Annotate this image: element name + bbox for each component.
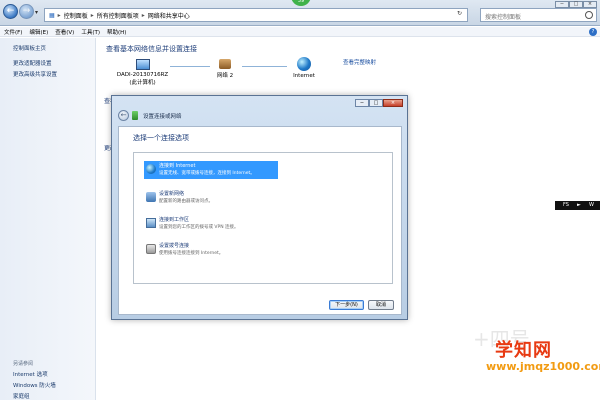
sidebar-item-homegroup[interactable]: 家庭组 <box>13 392 30 400</box>
menu-file[interactable]: 文件(F) <box>4 28 22 36</box>
control-panel-icon: ▦ <box>49 11 55 19</box>
option-description: 配置新的路由器或访问点。 <box>159 199 213 204</box>
dialog-maximize-button[interactable]: □ <box>369 99 383 107</box>
router-icon <box>146 192 156 202</box>
watermark-brand: 学知网 <box>495 340 552 361</box>
menu-bar: 文件(F) 编辑(E) 查看(V) 工具(T) 帮助(H) ? <box>0 27 600 37</box>
watermark-logo: 学知网 www.jmqz1000.com <box>478 336 600 400</box>
node-label: Internet <box>293 73 315 79</box>
dialog-title: 设置连接或网络 <box>143 114 182 120</box>
menu-view[interactable]: 查看(V) <box>55 28 74 36</box>
breadcrumb-separator-icon: ▸ <box>90 11 94 19</box>
notification-badge: 59 <box>291 0 311 6</box>
breadcrumb-item[interactable]: 控制面板 <box>64 11 88 20</box>
see-also-heading: 另请参阅 <box>13 361 34 367</box>
title-bar: 59 ← → ▾ ▦ ▸ 控制面板 ▸ 所有控制面板项 ▸ 网络和共享中心 ↻ … <box>0 0 600 26</box>
option-description: 设置到您的工作区的拨号或 VPN 连接。 <box>159 225 239 230</box>
breadcrumb-separator-icon: ▸ <box>141 11 145 19</box>
address-bar[interactable]: ▦ ▸ 控制面板 ▸ 所有控制面板项 ▸ 网络和共享中心 ↻ <box>44 8 468 22</box>
option-description: 设置无线、宽带或拨号连接，连接到 Internet。 <box>159 171 255 176</box>
network-bench-icon <box>219 59 231 69</box>
dialog-close-button[interactable]: × <box>383 99 403 107</box>
breadcrumb-separator-icon: ▸ <box>57 11 61 19</box>
dialog-back-button[interactable]: ← <box>118 110 129 121</box>
search-icon <box>585 11 593 19</box>
menu-tools[interactable]: 工具(T) <box>81 28 100 36</box>
dialog-window-controls: − □ × <box>355 99 403 107</box>
option-description: 使用拨号连接连接到 Internet。 <box>159 251 224 256</box>
globe-icon <box>297 57 311 71</box>
watermark-url: www.jmqz1000.com <box>486 360 600 373</box>
media-overlay-bar[interactable]: FS ► W <box>555 201 600 210</box>
back-button[interactable]: ← <box>3 4 18 19</box>
sidebar-item-control-panel-home[interactable]: 控制面板主页 <box>13 44 46 52</box>
close-button[interactable]: × <box>583 1 597 8</box>
node-label: 网络 2 <box>216 73 234 79</box>
media-label: W <box>589 202 594 208</box>
refresh-icon[interactable]: ↻ <box>457 10 462 17</box>
node-sublabel: (此计算机) <box>129 80 156 86</box>
option-title: 设置拨号连接 <box>159 243 190 249</box>
page-title: 查看基本网络信息并设置连接 <box>106 45 197 53</box>
globe-icon <box>146 164 156 174</box>
sidebar-item-firewall[interactable]: Windows 防火墙 <box>13 381 56 389</box>
sidebar-item-adapter-settings[interactable]: 更改适配器设置 <box>13 59 52 67</box>
next-button[interactable]: 下一步(N) <box>329 300 364 310</box>
sidebar: 控制面板主页 更改适配器设置 更改高级共享设置 另请参阅 Internet 选项… <box>0 38 96 400</box>
computer-icon <box>135 59 150 70</box>
media-label: FS <box>563 202 569 208</box>
network-node-internet[interactable]: Internet <box>284 57 324 79</box>
sidebar-item-advanced-sharing[interactable]: 更改高级共享设置 <box>13 70 57 78</box>
media-mute-icon[interactable]: ► <box>577 202 581 208</box>
sidebar-item-internet-options[interactable]: Internet 选项 <box>13 370 48 378</box>
search-placeholder: 搜索控制面板 <box>485 14 522 21</box>
dialog-heading: 选择一个连接选项 <box>133 134 189 142</box>
menu-edit[interactable]: 编辑(E) <box>29 28 48 36</box>
network-setup-icon <box>132 111 138 120</box>
dialog-minimize-button[interactable]: − <box>355 99 369 107</box>
maximize-button[interactable]: □ <box>569 1 583 8</box>
setup-connection-dialog: − □ × ← 设置连接或网络 选择一个连接选项 连接到 Internet 设置… <box>111 95 408 320</box>
forward-button[interactable]: → <box>19 4 34 19</box>
option-title: 连接到 Internet <box>159 163 196 169</box>
connection-options-list: 连接到 Internet 设置无线、宽带或拨号连接，连接到 Internet。 … <box>133 152 393 284</box>
option-setup-network[interactable]: 设置新网络 配置新的路由器或访问点。 <box>144 189 294 207</box>
option-title: 连接到工作区 <box>159 217 190 223</box>
network-node-network[interactable]: 网络 2 <box>205 59 245 79</box>
option-connect-workplace[interactable]: 连接到工作区 设置到您的工作区的拨号或 VPN 连接。 <box>144 215 294 233</box>
connection-line <box>170 66 210 67</box>
breadcrumb-item[interactable]: 所有控制面板项 <box>97 11 139 20</box>
option-title: 设置新网络 <box>159 191 185 197</box>
window-controls: − □ × <box>555 1 597 8</box>
connection-line <box>242 66 287 67</box>
help-icon[interactable]: ? <box>589 28 597 36</box>
dialog-body: 选择一个连接选项 连接到 Internet 设置无线、宽带或拨号连接，连接到 I… <box>118 126 402 315</box>
option-connect-internet[interactable]: 连接到 Internet 设置无线、宽带或拨号连接，连接到 Internet。 <box>144 161 278 179</box>
network-node-computer[interactable]: DADI-20130716RZ (此计算机) <box>110 59 175 86</box>
search-input[interactable]: 搜索控制面板 <box>480 8 597 22</box>
recent-pages-dropdown[interactable]: ▾ <box>35 9 38 16</box>
full-map-link[interactable]: 查看完整映射 <box>343 58 376 66</box>
option-dialup[interactable]: 设置拨号连接 使用拨号连接连接到 Internet。 <box>144 241 294 259</box>
cancel-button[interactable]: 取消 <box>368 300 394 310</box>
workplace-icon <box>146 218 156 228</box>
menu-help[interactable]: 帮助(H) <box>107 28 126 36</box>
minimize-button[interactable]: − <box>555 1 569 8</box>
breadcrumb-item[interactable]: 网络和共享中心 <box>148 11 190 20</box>
phone-icon <box>146 244 156 254</box>
